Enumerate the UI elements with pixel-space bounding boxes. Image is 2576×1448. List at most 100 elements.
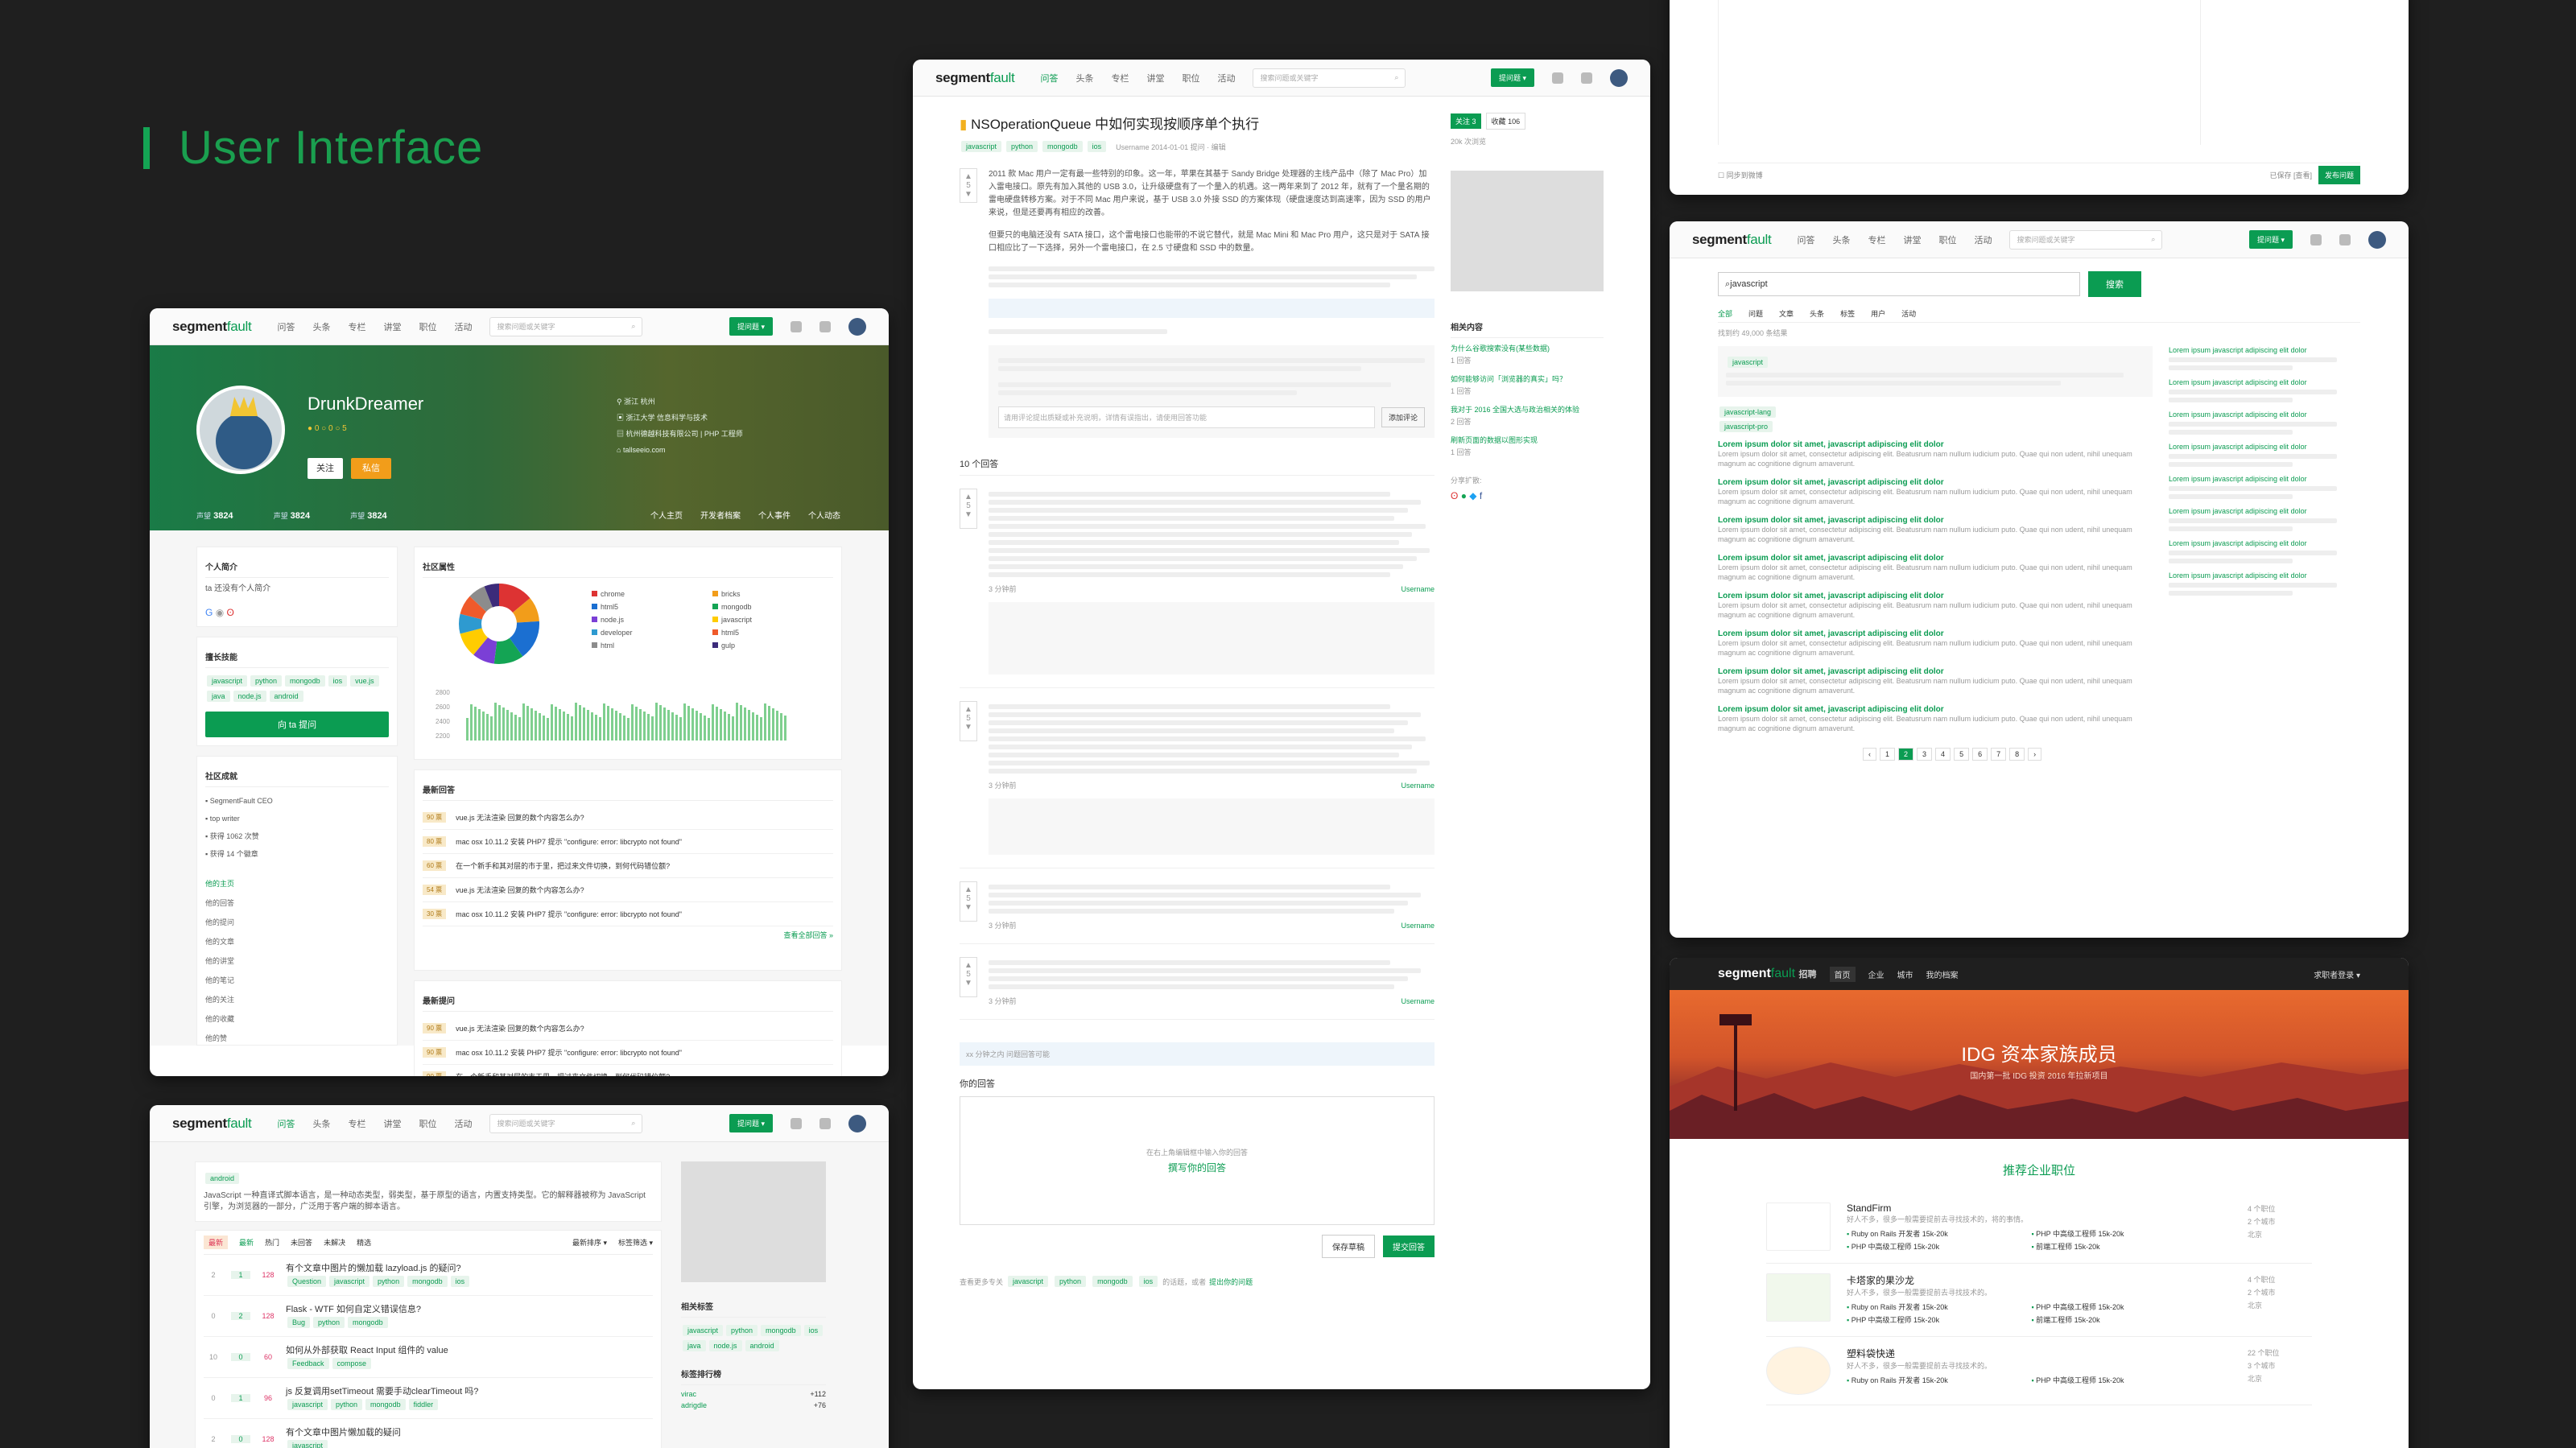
skill-tag[interactable]: java [207, 691, 230, 702]
q-tag[interactable]: ios [1138, 1276, 1158, 1287]
page-button[interactable]: 5 [1954, 748, 1970, 761]
tag-item[interactable]: javascript-lang [1719, 406, 1777, 418]
menu-item[interactable]: 他的主页 [205, 874, 389, 893]
filter-select[interactable]: 标签筛选 ▾ [618, 1237, 653, 1248]
tab-item[interactable]: 未解决 [324, 1237, 345, 1248]
job-link[interactable]: ▪ Ruby on Rails 开发者 15k-20k [1847, 1301, 2031, 1314]
q-tag[interactable]: python [1006, 141, 1038, 152]
side-result[interactable]: Lorem ipsum javascript adipiscing elit d… [2169, 346, 2346, 370]
logo[interactable]: segmentfault 招聘 [1718, 967, 1817, 981]
q-tag[interactable]: python [331, 1399, 363, 1410]
search-result[interactable]: Lorem ipsum dolor sit amet, javascript a… [1718, 478, 2153, 506]
message-button[interactable]: 私信 [351, 458, 391, 479]
page-button[interactable]: 1 [1880, 748, 1896, 761]
answer-user[interactable]: Username [1401, 922, 1435, 930]
search-input[interactable]: 搜索问题或关键字 ⌕ [489, 316, 643, 336]
search-button[interactable]: 搜索 [2088, 271, 2141, 297]
nav-item[interactable]: 头条 [1832, 233, 1850, 246]
question-row[interactable]: 0 2 128 Flask - WTF 如何自定义错误信息? Bug python mong… [204, 1296, 653, 1337]
skill-tag[interactable]: javascript [207, 675, 248, 687]
submit-button[interactable]: 提交回答 [1383, 1236, 1435, 1257]
editor-link[interactable]: 撰写你的回答 [1168, 1161, 1226, 1174]
editor-area[interactable] [1718, 0, 2201, 145]
bell-icon[interactable] [791, 320, 802, 332]
job-link[interactable]: ▪ Ruby on Rails 开发者 15k-20k [1847, 1374, 2031, 1387]
job-link[interactable]: ▪ PHP 中高级工程师 15k-20k [1847, 1240, 2031, 1253]
answer-editor[interactable]: 在右上角编辑框中输入你的回答 撰写你的回答 [960, 1096, 1435, 1225]
tab-item[interactable]: 全部 [1718, 308, 1732, 319]
ask-button[interactable]: 提问题 ▾ [2248, 230, 2293, 249]
job-link[interactable]: ▪ PHP 中高级工程师 15k-20k [2031, 1227, 2215, 1240]
sort-select[interactable]: 最新排序 ▾ [572, 1237, 607, 1248]
company-row[interactable]: 卡塔家的果沙龙 好人不多，很多一般需要提前去寻找技术的。 ▪ Ruby on Rai… [1766, 1264, 2312, 1337]
q-tag[interactable]: mongodb [1092, 1276, 1133, 1287]
search-result[interactable]: Lorem ipsum dolor sit amet, javascript a… [1718, 554, 2153, 582]
search-result[interactable]: Lorem ipsum dolor sit amet, javascript a… [1718, 592, 2153, 620]
logo[interactable]: segmentfault [172, 1116, 252, 1132]
q-tag[interactable]: ios [1087, 141, 1107, 152]
tab-item[interactable]: 热门 [265, 1237, 279, 1248]
nav-item[interactable]: 专栏 [1868, 233, 1885, 246]
search-input[interactable]: 搜索问题或关键字 ⌕ [2009, 229, 2163, 250]
job-link[interactable]: ▪ 前端工程师 15k-20k [2031, 1314, 2215, 1326]
wechat-icon[interactable]: ● [1461, 490, 1467, 501]
tab-item[interactable]: 最新 [239, 1237, 254, 1248]
nav-item[interactable]: 专栏 [348, 320, 365, 333]
job-link[interactable]: ▪ PHP 中高级工程师 15k-20k [2031, 1301, 2215, 1314]
menu-item[interactable]: 他的文章 [205, 932, 389, 951]
page-button[interactable]: 2 [1898, 748, 1914, 761]
nav-item[interactable]: 问答 [1797, 233, 1814, 246]
publish-button[interactable]: 发布问题 [2318, 166, 2360, 184]
q-tag[interactable]: python [373, 1276, 405, 1287]
nav-item[interactable]: 活动 [1974, 233, 1992, 246]
nav-item[interactable]: 头条 [1075, 72, 1093, 85]
q-tag[interactable]: javascript [287, 1399, 328, 1410]
question-row[interactable]: 10 0 60 如何从外部获取 React Input 组件的 value Feedba… [204, 1337, 653, 1378]
nav-item[interactable]: 专栏 [348, 1117, 365, 1130]
bell-icon[interactable] [791, 1117, 802, 1129]
bell-icon[interactable] [2310, 233, 2322, 245]
q-tag[interactable]: compose [332, 1358, 372, 1369]
logo[interactable]: segmentfault [1692, 232, 1772, 248]
recent-row[interactable]: 90 票 mac osx 10.11.2 安装 PHP7 提示 "configur… [423, 1041, 833, 1065]
search-result[interactable]: Lorem ipsum dolor sit amet, javascript a… [1718, 440, 2153, 468]
nav-item[interactable]: 活动 [1217, 72, 1235, 85]
question-row[interactable]: 2 0 128 有个文章中图片懒加载的疑问 javascript [204, 1419, 653, 1448]
side-result[interactable]: Lorem ipsum javascript adipiscing elit d… [2169, 475, 2346, 499]
q-tag[interactable]: javascript [329, 1276, 370, 1287]
tab-home[interactable]: 个人主页 [650, 509, 683, 521]
nav-item[interactable]: 职位 [1182, 72, 1199, 85]
tab-item[interactable]: 精选 [357, 1237, 371, 1248]
related-link[interactable]: 为什么谷歌搜索没有(某些数据) [1451, 343, 1604, 355]
tab-item[interactable]: 未回答 [291, 1237, 312, 1248]
tab-events[interactable]: 个人事件 [758, 509, 791, 521]
tab-item[interactable]: 头条 [1810, 308, 1824, 319]
upvote-icon[interactable]: ▲ [960, 961, 976, 970]
side-result[interactable]: Lorem ipsum javascript adipiscing elit d… [2169, 571, 2346, 596]
skill-tag[interactable]: vue.js [350, 675, 379, 687]
info-site[interactable]: ⌂ tallseeio.com [617, 442, 743, 458]
nav-item[interactable]: 职位 [419, 320, 436, 333]
draft-button[interactable]: 保存草稿 [1322, 1235, 1375, 1258]
tag-item[interactable]: java [683, 1340, 706, 1351]
logo[interactable]: segmentfault [935, 70, 1015, 86]
related-link[interactable]: 我对于 2016 全国大选与政治相关的体验 [1451, 404, 1604, 416]
tag-item[interactable]: javascript [1728, 357, 1769, 368]
nav-item[interactable]: 活动 [454, 320, 472, 333]
more-link[interactable]: 查看全部回答 » [423, 930, 833, 940]
tab-item[interactable]: 标签 [1840, 308, 1855, 319]
nav-item[interactable]: 职位 [1938, 233, 1956, 246]
nav-item[interactable]: 我的档案 [1926, 968, 1959, 980]
tab-activity[interactable]: 个人动态 [808, 509, 840, 521]
recent-row[interactable]: 54 票 vue.js 无法渲染 回复的数个内容怎么办? [423, 878, 833, 902]
answer-user[interactable]: Username [1401, 782, 1435, 790]
q-tag[interactable]: ios [450, 1276, 470, 1287]
upvote-icon[interactable]: ▲ [960, 172, 976, 181]
tab-item[interactable]: 活动 [1901, 308, 1916, 319]
follow-q-button[interactable]: 关注 3 [1451, 113, 1481, 129]
nav-item[interactable]: 问答 [1040, 72, 1058, 85]
upvote-icon[interactable]: ▲ [960, 493, 976, 501]
tag-label[interactable]: android [205, 1173, 240, 1184]
logo[interactable]: segmentfault [172, 319, 252, 335]
menu-item[interactable]: 他的笔记 [205, 971, 389, 990]
